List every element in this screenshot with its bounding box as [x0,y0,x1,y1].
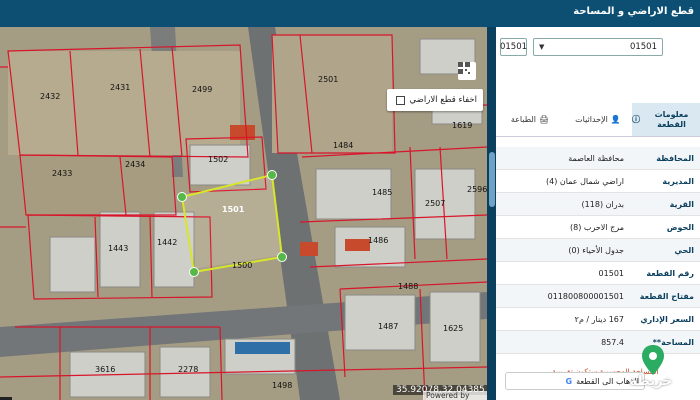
info-row: القرية بدران (118) [496,193,700,216]
info-value: بدران (118) [581,199,624,209]
parcel-number: 2501 [318,75,338,84]
khareeta-logo: خريطة [619,345,683,397]
esri-attribution[interactable]: Powered by Esri [423,391,487,400]
info-key: السعر الإداري [640,314,694,324]
parcel-number: 1488 [398,282,418,291]
parcel-number: 1484 [333,141,353,150]
parcel-select-value: 01501 [629,42,657,52]
chevron-down-icon: ▼ [539,43,545,51]
parcel-number: 1487 [378,322,398,331]
tab-label: الطباعة [510,114,536,124]
parcel-number: 2499 [192,85,212,94]
parcel-number: 1625 [443,324,463,333]
info-value: 167 دينار / م٢ [574,314,624,324]
panel-scrollbar[interactable] [487,27,496,400]
parcel-number: 1502 [208,155,228,164]
tab-coordinates[interactable]: 👤 الإحداثيات [564,103,632,136]
panel-tabs: 🖨 الطباعة 👤 الإحداثيات معلومات القطعة ⓘ [496,103,700,137]
parcel-number: 1443 [108,244,128,253]
parcel-number: 1485 [372,188,392,197]
qr-code-button[interactable] [458,62,476,80]
parcel-info-table: المحافظة محافظة العاصمة المديرية اراضي شما… [496,147,700,354]
info-value: 011800800001501 [547,291,624,301]
hide-parcels-toggle[interactable]: اخفاء قطع الاراضي [387,89,483,111]
info-key: الحوض [666,222,694,232]
parcel-number: 1500 [232,261,252,270]
app-title: قطع الاراضي و المساحة [573,6,694,17]
info-row: الحي جدول الأحياء (0) [496,239,700,262]
tab-parcel-info[interactable]: معلومات القطعة ⓘ [632,103,700,136]
map-view[interactable]: 2432 2431 2499 2501 1619 2434 1502 1484 … [0,27,487,400]
info-row: السعر الإداري 167 دينار / م٢ [496,308,700,331]
tab-label: الإحداثيات [575,114,608,124]
person-pin-icon: 👤 [610,114,621,124]
info-key: الحي [674,245,694,255]
parcel-number: 2278 [178,365,198,374]
tab-print[interactable]: 🖨 الطباعة [496,103,564,136]
scrollbar-thumb[interactable] [489,152,495,207]
info-key: مفتاح القطعة [639,291,694,301]
solar-panels [235,342,290,354]
parcel-number: 2596 [467,185,487,194]
satellite-map[interactable]: 2432 2431 2499 2501 1619 2434 1502 1484 … [0,27,487,400]
info-key: المديرية [662,176,694,186]
parcel-select[interactable]: ▼ 01501 [533,38,663,56]
info-row: المديرية اراضي شمال عمان (4) [496,170,700,193]
parcel-number: 1619 [452,121,472,130]
info-row: رقم القطعة 01501 [496,262,700,285]
parcel-number-input[interactable]: 01501 [500,38,527,56]
parcel-number: 2507 [425,199,445,208]
parcel-number: 2431 [110,83,130,92]
info-row: مفتاح القطعة 011800800001501 [496,285,700,308]
info-value: اراضي شمال عمان (4) [545,176,624,186]
info-value: 01501 [598,268,624,278]
info-row: الحوض مرج الاحرب (8) [496,216,700,239]
parcel-number: 3616 [95,365,115,374]
info-row: المحافظة محافظة العاصمة [496,147,700,170]
logo-text: خريطة [629,374,673,389]
info-value: 857.4 [601,337,624,347]
info-value: محافظة العاصمة [568,153,624,163]
info-value: جدول الأحياء (0) [568,245,624,255]
map-pin-icon [642,345,664,375]
app-header: قطع الاراضي و المساحة [0,0,700,27]
parcel-number: 1486 [368,236,388,245]
info-key: المحافظة [656,153,694,163]
print-icon: 🖨 [539,114,550,124]
qr-code-icon [458,62,470,74]
info-value: مرج الاحرب (8) [570,222,624,232]
parcel-number: 2434 [125,160,145,169]
selected-parcel-label: 1501 [222,205,245,214]
info-key: رقم القطعة [646,268,694,278]
info-key: القرية [669,199,694,209]
tab-label: معلومات القطعة [654,109,689,129]
parcel-number: 2432 [40,92,60,101]
google-icon: G [565,376,573,386]
map-footer: 35.92078,32.04385 [0,383,487,400]
parcel-number: 1442 [157,238,177,247]
parcel-search-row: 01501 ▼ 01501 [496,27,700,67]
hide-parcels-label: اخفاء قطع الاراضي [409,95,477,105]
app-root: قطع الاراضي و المساحة 2432 2431 2499 250… [0,0,700,400]
info-icon: ⓘ [632,114,640,124]
hide-parcels-checkbox[interactable] [395,95,405,105]
parcel-number: 2433 [52,169,72,178]
